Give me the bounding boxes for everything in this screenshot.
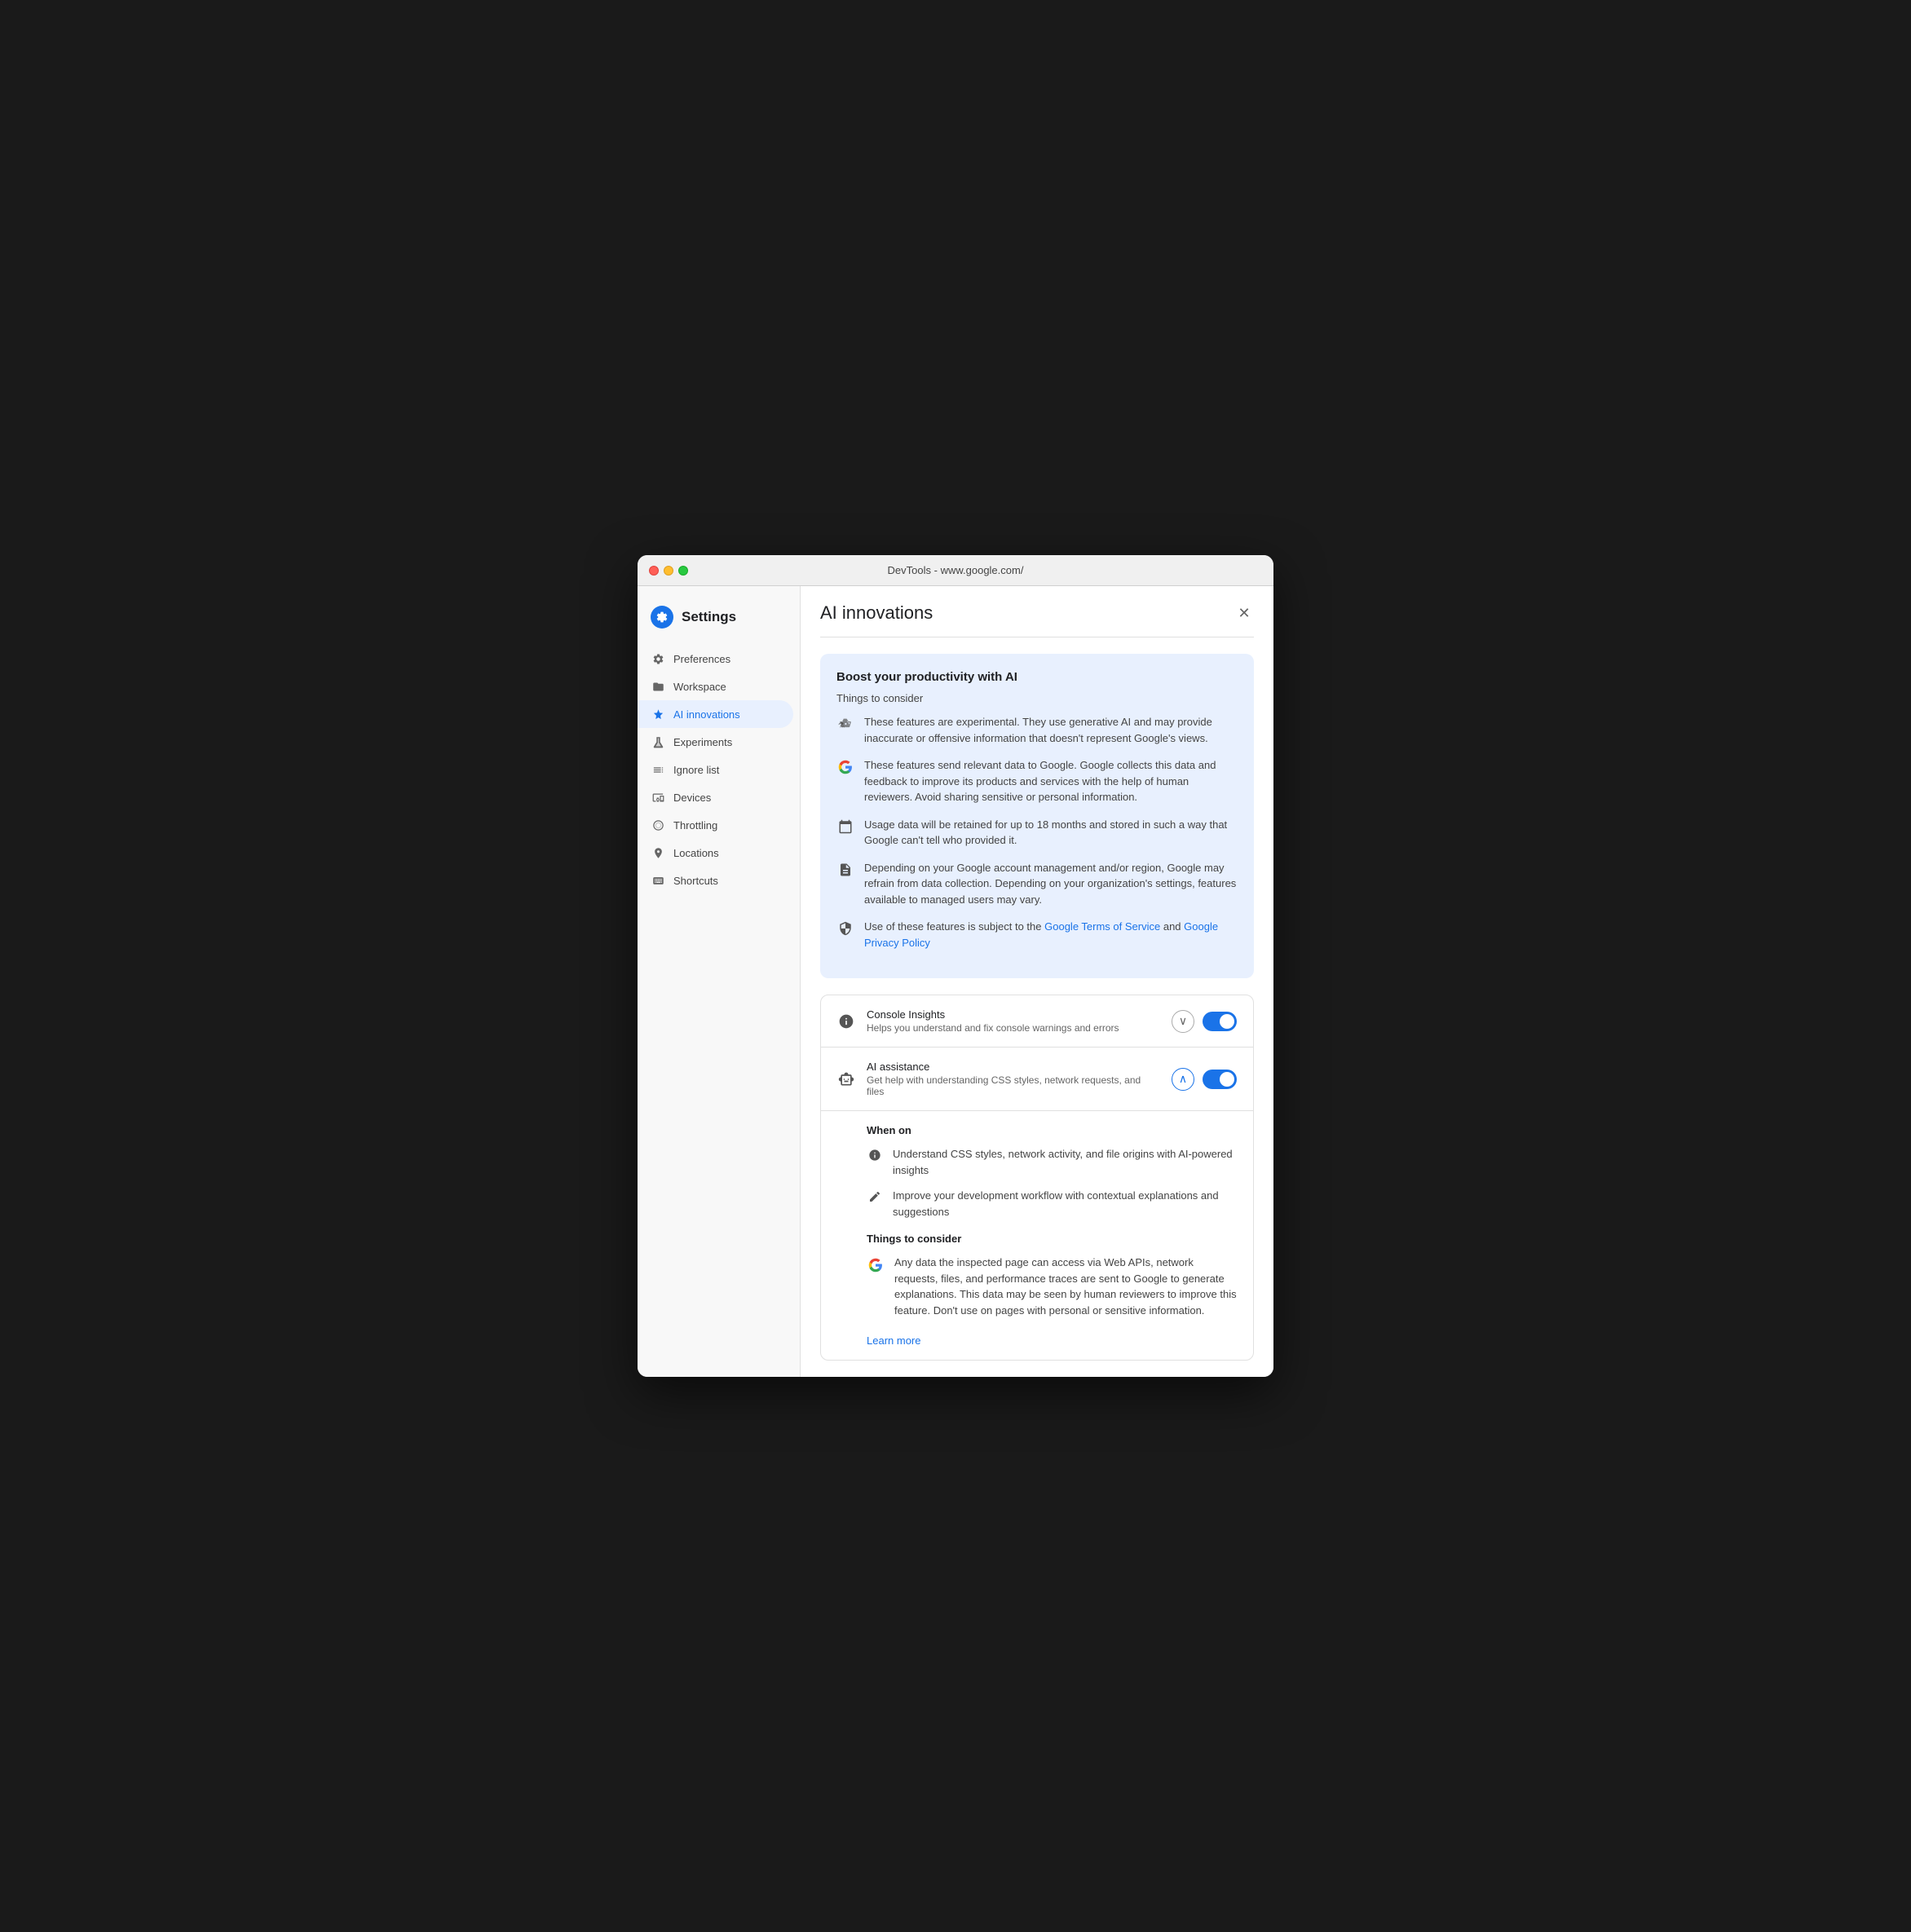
experiments-icon [651, 734, 665, 749]
titlebar-title: DevTools - www.google.com/ [888, 564, 1024, 576]
expanded-when-on: When on Understand CSS styles, network a… [821, 1111, 1253, 1360]
info-item-text-retention: Usage data will be retained for up to 18… [864, 817, 1238, 849]
sidebar-item-ai-innovations[interactable]: AI innovations [638, 700, 793, 728]
ai-assistance-row: AI assistance Get help with understandin… [821, 1048, 1253, 1111]
info-item-account: Depending on your Google account managem… [836, 860, 1238, 908]
sidebar-item-devices[interactable]: Devices [638, 783, 800, 811]
sidebar-item-label-shortcuts: Shortcuts [673, 875, 718, 887]
sidebar-item-label-locations: Locations [673, 847, 719, 859]
when-on-text-2: Improve your development workflow with c… [893, 1188, 1237, 1220]
info-item-retention: Usage data will be retained for up to 18… [836, 817, 1238, 849]
sidebar-item-label-ai-innovations: AI innovations [673, 708, 740, 721]
ai-assistance-info: AI assistance Get help with understandin… [867, 1061, 1160, 1097]
sidebar-item-label-experiments: Experiments [673, 736, 732, 748]
locations-icon [651, 845, 665, 860]
info-item-text-account: Depending on your Google account managem… [864, 860, 1238, 908]
when-on-label: When on [867, 1124, 1237, 1136]
sidebar-item-preferences[interactable]: Preferences [638, 645, 800, 673]
sidebar-header: Settings [638, 599, 800, 645]
ai-innovations-icon [651, 707, 665, 721]
sidebar-item-label-workspace: Workspace [673, 681, 726, 693]
pencil-icon [867, 1189, 883, 1205]
google-icon-2 [867, 1256, 885, 1274]
ai-assistance-chevron[interactable]: ∧ [1172, 1068, 1194, 1091]
things-to-consider-label: Things to consider [867, 1233, 1237, 1245]
when-on-item-2: Improve your development workflow with c… [867, 1188, 1237, 1220]
sidebar-item-label-throttling: Throttling [673, 819, 717, 831]
sidebar-item-experiments[interactable]: Experiments [638, 728, 800, 756]
main-content: AI innovations ✕ Boost your productivity… [801, 586, 1273, 1377]
console-insights-controls: ∨ [1172, 1010, 1237, 1033]
throttling-icon [651, 818, 665, 832]
features-box: Console Insights Helps you understand an… [820, 995, 1254, 1361]
console-insights-icon [837, 1012, 855, 1030]
sidebar-item-throttling[interactable]: Throttling [638, 811, 800, 839]
devices-icon [651, 790, 665, 805]
info-item-data-send: These features send relevant data to Goo… [836, 757, 1238, 805]
titlebar: DevTools - www.google.com/ [638, 555, 1273, 586]
when-on-text-1: Understand CSS styles, network activity,… [893, 1146, 1237, 1178]
ai-assistance-icon [837, 1070, 855, 1088]
close-traffic-light[interactable] [649, 566, 659, 576]
sidebar-item-ignore-list[interactable]: Ignore list [638, 756, 800, 783]
google-icon-1 [836, 758, 854, 776]
when-on-item-1: Understand CSS styles, network activity,… [867, 1146, 1237, 1178]
info-item-terms: Use of these features is subject to the … [836, 919, 1238, 951]
info-box-title: Boost your productivity with AI [836, 670, 1238, 684]
content-area: Settings Preferences Workspace [638, 586, 1273, 1377]
info-item-text-data-send: These features send relevant data to Goo… [864, 757, 1238, 805]
sidebar: Settings Preferences Workspace [638, 586, 801, 1377]
console-insights-info: Console Insights Helps you understand an… [867, 1008, 1160, 1034]
console-insights-title: Console Insights [867, 1008, 1160, 1021]
minimize-traffic-light[interactable] [664, 566, 673, 576]
shortcuts-icon [651, 873, 665, 888]
close-button[interactable]: ✕ [1234, 603, 1254, 623]
page-title: AI innovations [820, 602, 933, 624]
settings-icon [651, 606, 673, 629]
shield-icon [836, 920, 854, 937]
document-icon [836, 861, 854, 879]
ai-assistance-title: AI assistance [867, 1061, 1160, 1073]
workspace-icon [651, 679, 665, 694]
sidebar-item-label-ignore-list: Ignore list [673, 764, 719, 776]
sidebar-item-locations[interactable]: Locations [638, 839, 800, 867]
main-header: AI innovations ✕ [820, 602, 1254, 637]
console-insights-chevron[interactable]: ∨ [1172, 1010, 1194, 1033]
experimental-icon: ⚗ [836, 715, 854, 733]
sidebar-title: Settings [682, 609, 736, 625]
console-insights-row: Console Insights Helps you understand an… [821, 995, 1253, 1048]
calendar-icon [836, 818, 854, 836]
ai-assistance-desc: Get help with understanding CSS styles, … [867, 1074, 1160, 1097]
settings-window: DevTools - www.google.com/ Settings [638, 555, 1273, 1377]
privacy-link[interactable]: Google Privacy Policy [864, 920, 1218, 949]
ignore-list-icon [651, 762, 665, 777]
info-item-text-experimental: These features are experimental. They us… [864, 714, 1238, 746]
preferences-icon [651, 651, 665, 666]
ai-assistance-controls: ∧ [1172, 1068, 1237, 1091]
sidebar-item-label-devices: Devices [673, 792, 711, 804]
ai-assistance-toggle[interactable] [1203, 1070, 1237, 1089]
console-insights-toggle[interactable] [1203, 1012, 1237, 1031]
sidebar-item-shortcuts[interactable]: Shortcuts [638, 867, 800, 894]
learn-more-link[interactable]: Learn more [867, 1328, 1237, 1347]
console-insights-desc: Helps you understand and fix console war… [867, 1022, 1160, 1034]
sidebar-item-label-preferences: Preferences [673, 653, 730, 665]
maximize-traffic-light[interactable] [678, 566, 688, 576]
traffic-lights [649, 566, 688, 576]
tos-link[interactable]: Google Terms of Service [1044, 920, 1160, 933]
things-to-consider-item-1: Any data the inspected page can access v… [867, 1255, 1237, 1318]
info-item-text-terms: Use of these features is subject to the … [864, 919, 1238, 951]
info-circle-icon [867, 1147, 883, 1163]
sidebar-item-workspace[interactable]: Workspace [638, 673, 800, 700]
ai-info-box: Boost your productivity with AI Things t… [820, 654, 1254, 978]
info-box-subtitle: Things to consider [836, 692, 1238, 704]
things-to-consider-text-1: Any data the inspected page can access v… [894, 1255, 1237, 1318]
info-item-experimental: ⚗ These features are experimental. They … [836, 714, 1238, 746]
svg-text:⚗: ⚗ [838, 721, 845, 730]
